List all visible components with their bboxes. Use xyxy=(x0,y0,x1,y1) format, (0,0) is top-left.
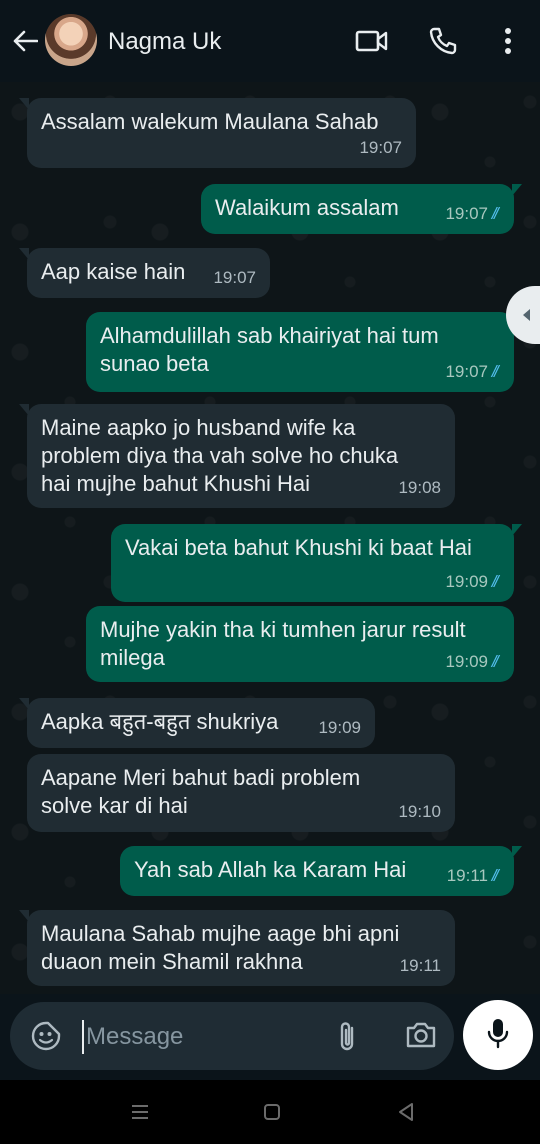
emoji-sticker-icon[interactable] xyxy=(30,1020,62,1052)
read-ticks-icon: // xyxy=(494,648,501,676)
message-incoming[interactable]: Aap kaise hain 19:07 xyxy=(19,248,270,298)
message-incoming[interactable]: Assalam walekum Maulana Sahab 19:07 xyxy=(19,98,416,168)
read-ticks-icon: // xyxy=(494,568,501,596)
message-text: Yah sab Allah ka Karam Hai xyxy=(134,857,407,882)
message-time: 19:11 xyxy=(446,866,488,885)
message-text: Vakai beta bahut Khushi ki baat Hai xyxy=(125,535,472,560)
message-text: Maulana Sahab mujhe aage bhi apni duaon … xyxy=(41,921,400,974)
message-outgoing[interactable]: Vakai beta bahut Khushi ki baat Hai 19:0… xyxy=(111,524,522,602)
message-incoming[interactable]: Maulana Sahab mujhe aage bhi apni duaon … xyxy=(19,910,455,986)
message-outgoing[interactable]: Yah sab Allah ka Karam Hai 19:11 // xyxy=(120,846,522,896)
message-time: 19:11 xyxy=(399,956,441,975)
message-outgoing[interactable]: Mujhe yakin tha ki tumhen jarur result m… xyxy=(86,606,514,682)
message-text: Maine aapko jo husband wife ka problem d… xyxy=(41,415,399,496)
mic-button[interactable] xyxy=(463,1000,533,1070)
back-nav-icon[interactable] xyxy=(394,1100,418,1124)
attach-icon[interactable] xyxy=(334,1020,362,1052)
message-composer xyxy=(10,1002,454,1070)
mic-icon xyxy=(486,1017,510,1054)
message-time: 19:09 xyxy=(445,572,488,591)
message-incoming[interactable]: Maine aapko jo husband wife ka problem d… xyxy=(19,404,455,508)
message-time: 19:07 xyxy=(445,204,488,223)
message-text: Aapka बहुत-बहुत shukriya xyxy=(41,709,279,734)
message-time: 19:10 xyxy=(398,802,441,821)
chat-header: Nagma Uk xyxy=(0,0,540,82)
home-icon[interactable] xyxy=(260,1100,284,1124)
system-navigation-bar xyxy=(0,1080,540,1144)
message-outgoing[interactable]: Alhamdulillah sab khairiyat hai tum suna… xyxy=(86,312,522,392)
read-ticks-icon: // xyxy=(494,358,501,386)
message-time: 19:07 xyxy=(213,268,256,287)
message-time: 19:08 xyxy=(398,478,441,497)
voice-call-icon[interactable] xyxy=(425,24,461,58)
message-text: Alhamdulillah sab khairiyat hai tum suna… xyxy=(100,323,439,376)
message-outgoing[interactable]: Walaikum assalam 19:07// xyxy=(201,184,522,234)
message-time: 19:07 xyxy=(445,362,488,381)
more-options-icon[interactable] xyxy=(490,24,526,58)
message-text: Aapane Meri bahut badi problem solve kar… xyxy=(41,765,361,818)
video-call-icon[interactable] xyxy=(354,24,390,58)
contact-avatar[interactable] xyxy=(45,14,97,66)
read-ticks-icon: // xyxy=(494,862,501,890)
message-time: 19:09 xyxy=(445,652,488,671)
message-time: 19:09 xyxy=(318,718,361,737)
message-incoming[interactable]: Aapka बहुत-बहुत shukriya 19:09 xyxy=(19,698,375,748)
contact-name[interactable]: Nagma Uk xyxy=(108,28,221,56)
message-incoming[interactable]: Aapane Meri bahut badi problem solve kar… xyxy=(27,754,455,832)
camera-icon[interactable] xyxy=(404,1020,438,1052)
recent-apps-icon[interactable] xyxy=(128,1100,152,1124)
read-ticks-icon: // xyxy=(494,200,501,228)
message-input[interactable] xyxy=(84,1018,318,1056)
message-list[interactable]: Assalam walekum Maulana Sahab 19:07 Wala… xyxy=(0,82,540,994)
message-time: 19:07 xyxy=(359,138,402,157)
message-text: Mujhe yakin tha ki tumhen jarur result m… xyxy=(100,617,466,670)
back-arrow-icon[interactable] xyxy=(10,24,40,58)
message-text: Assalam walekum Maulana Sahab xyxy=(41,109,379,134)
